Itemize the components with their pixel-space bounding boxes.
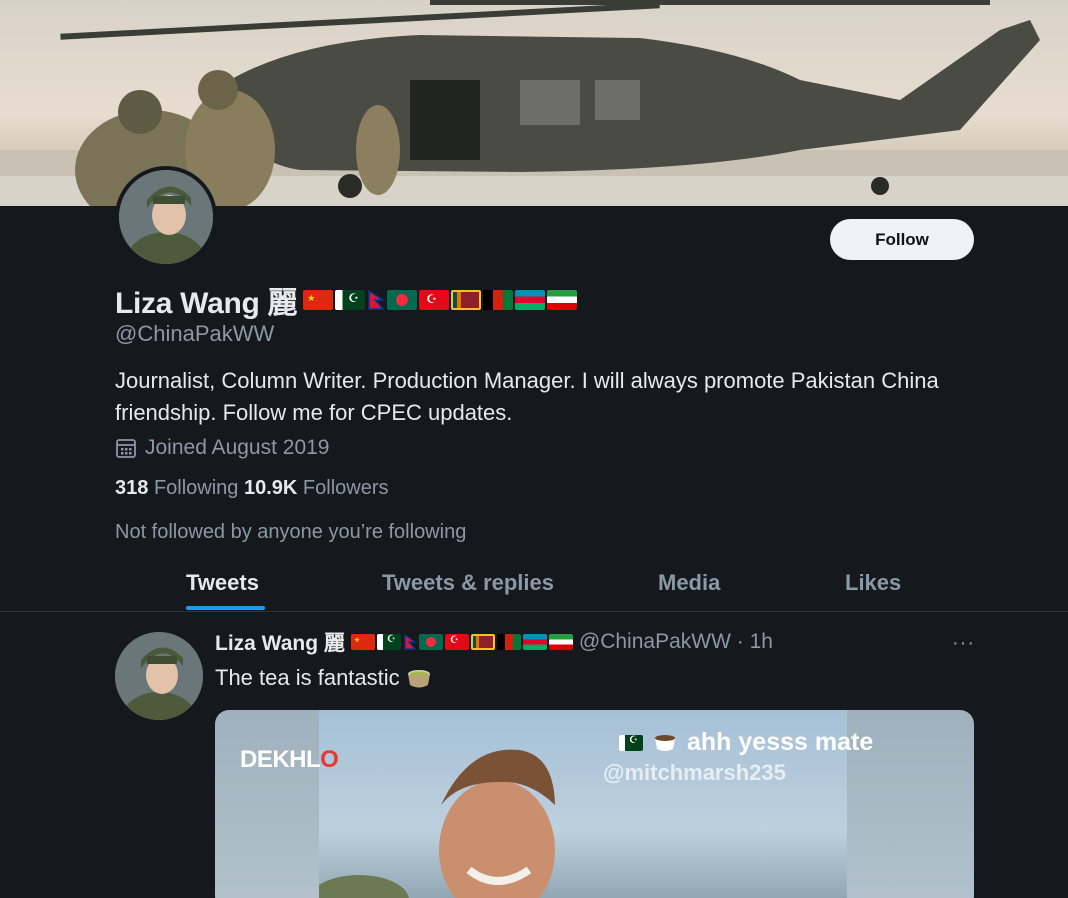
profile-handle: @ChinaPakWW bbox=[115, 321, 275, 346]
joined-text: Joined August 2019 bbox=[145, 436, 330, 459]
follow-stats: 318 Following 10.9K Followers bbox=[115, 477, 389, 500]
active-tab-indicator bbox=[186, 606, 265, 610]
tweet-author-name[interactable]: Liza Wang 麗 bbox=[215, 627, 345, 657]
calendar-icon bbox=[116, 439, 136, 458]
tweet-text-content: The tea is fantastic bbox=[215, 665, 400, 690]
sri-lanka-flag-icon bbox=[470, 634, 495, 650]
avatar-image bbox=[119, 170, 213, 264]
tea-cup-icon bbox=[407, 670, 430, 688]
tweet-media[interactable]: DEKHLO ☪ ahh yesss mate @mitchmarsh235 bbox=[215, 710, 974, 898]
display-name: Liza Wang 麗 bbox=[115, 287, 298, 320]
more-options-icon[interactable]: ··· bbox=[952, 632, 975, 655]
tea-cup-icon bbox=[655, 734, 675, 751]
media-overlay-handle: @mitchmarsh235 bbox=[603, 760, 786, 785]
azerbaijan-flag-icon bbox=[515, 290, 546, 310]
follow-button[interactable]: Follow bbox=[830, 219, 974, 260]
followers-label: Followers bbox=[302, 477, 389, 499]
following-link[interactable]: 318 Following bbox=[115, 477, 238, 499]
afghanistan-flag-icon bbox=[483, 290, 514, 310]
followed-by-text: Not followed by anyone you’re following bbox=[115, 521, 467, 543]
iran-flag-icon bbox=[548, 634, 573, 650]
tweet-handle-time[interactable]: @ChinaPakWW · 1h bbox=[579, 630, 773, 654]
profile-avatar[interactable] bbox=[115, 166, 217, 268]
profile-bio: Journalist, Column Writer. Production Ma… bbox=[115, 368, 939, 425]
tab-likes[interactable]: Likes bbox=[845, 570, 901, 596]
turkey-flag-icon: ☪ bbox=[419, 290, 450, 310]
iran-flag-icon bbox=[547, 290, 578, 310]
profile-tabs: Tweets Tweets & replies Media Likes bbox=[0, 560, 1068, 612]
azerbaijan-flag-icon bbox=[522, 634, 547, 650]
following-count: 318 bbox=[115, 477, 149, 499]
pakistan-flag-icon: ☪ bbox=[335, 290, 366, 310]
china-flag-icon: ★ bbox=[350, 634, 375, 650]
tweet-avatar[interactable] bbox=[115, 632, 203, 720]
nepal-flag-icon bbox=[403, 634, 417, 650]
dekhlo-logo: DEKHLO bbox=[240, 746, 339, 773]
joined-date: Joined August 2019 bbox=[115, 436, 330, 460]
china-flag-icon: ★ bbox=[303, 290, 334, 310]
avatar-image bbox=[115, 632, 203, 720]
turkey-flag-icon: ☪ bbox=[444, 634, 469, 650]
bangladesh-flag-icon bbox=[418, 634, 443, 650]
tweet-text: The tea is fantastic bbox=[215, 665, 432, 691]
tab-tweets-replies[interactable]: Tweets & replies bbox=[382, 570, 554, 596]
afghanistan-flag-icon bbox=[496, 634, 521, 650]
overlay-caption-text: ahh yesss mate bbox=[687, 728, 874, 756]
tab-media[interactable]: Media bbox=[658, 570, 720, 596]
bangladesh-flag-icon bbox=[387, 290, 418, 310]
tab-tweets[interactable]: Tweets bbox=[186, 570, 259, 596]
followers-count: 10.9K bbox=[243, 477, 298, 499]
following-label: Following bbox=[153, 477, 239, 499]
profile-name-row: Liza Wang 麗 ★ ☪ ☪ bbox=[115, 282, 578, 320]
pakistan-flag-icon: ☪ bbox=[376, 634, 401, 650]
nepal-flag-icon bbox=[367, 290, 386, 310]
tweet-header: Liza Wang 麗 ★ ☪ ☪ @ChinaPakWW · 1h bbox=[215, 628, 773, 656]
tweet-flag-list: ★ ☪ ☪ bbox=[350, 634, 573, 650]
pakistan-flag-icon: ☪ bbox=[619, 734, 643, 751]
flag-list: ★ ☪ ☪ bbox=[303, 290, 578, 310]
sri-lanka-flag-icon bbox=[451, 290, 482, 310]
media-overlay-caption: ☪ ahh yesss mate bbox=[619, 728, 873, 757]
followers-link[interactable]: 10.9K Followers bbox=[244, 477, 389, 499]
